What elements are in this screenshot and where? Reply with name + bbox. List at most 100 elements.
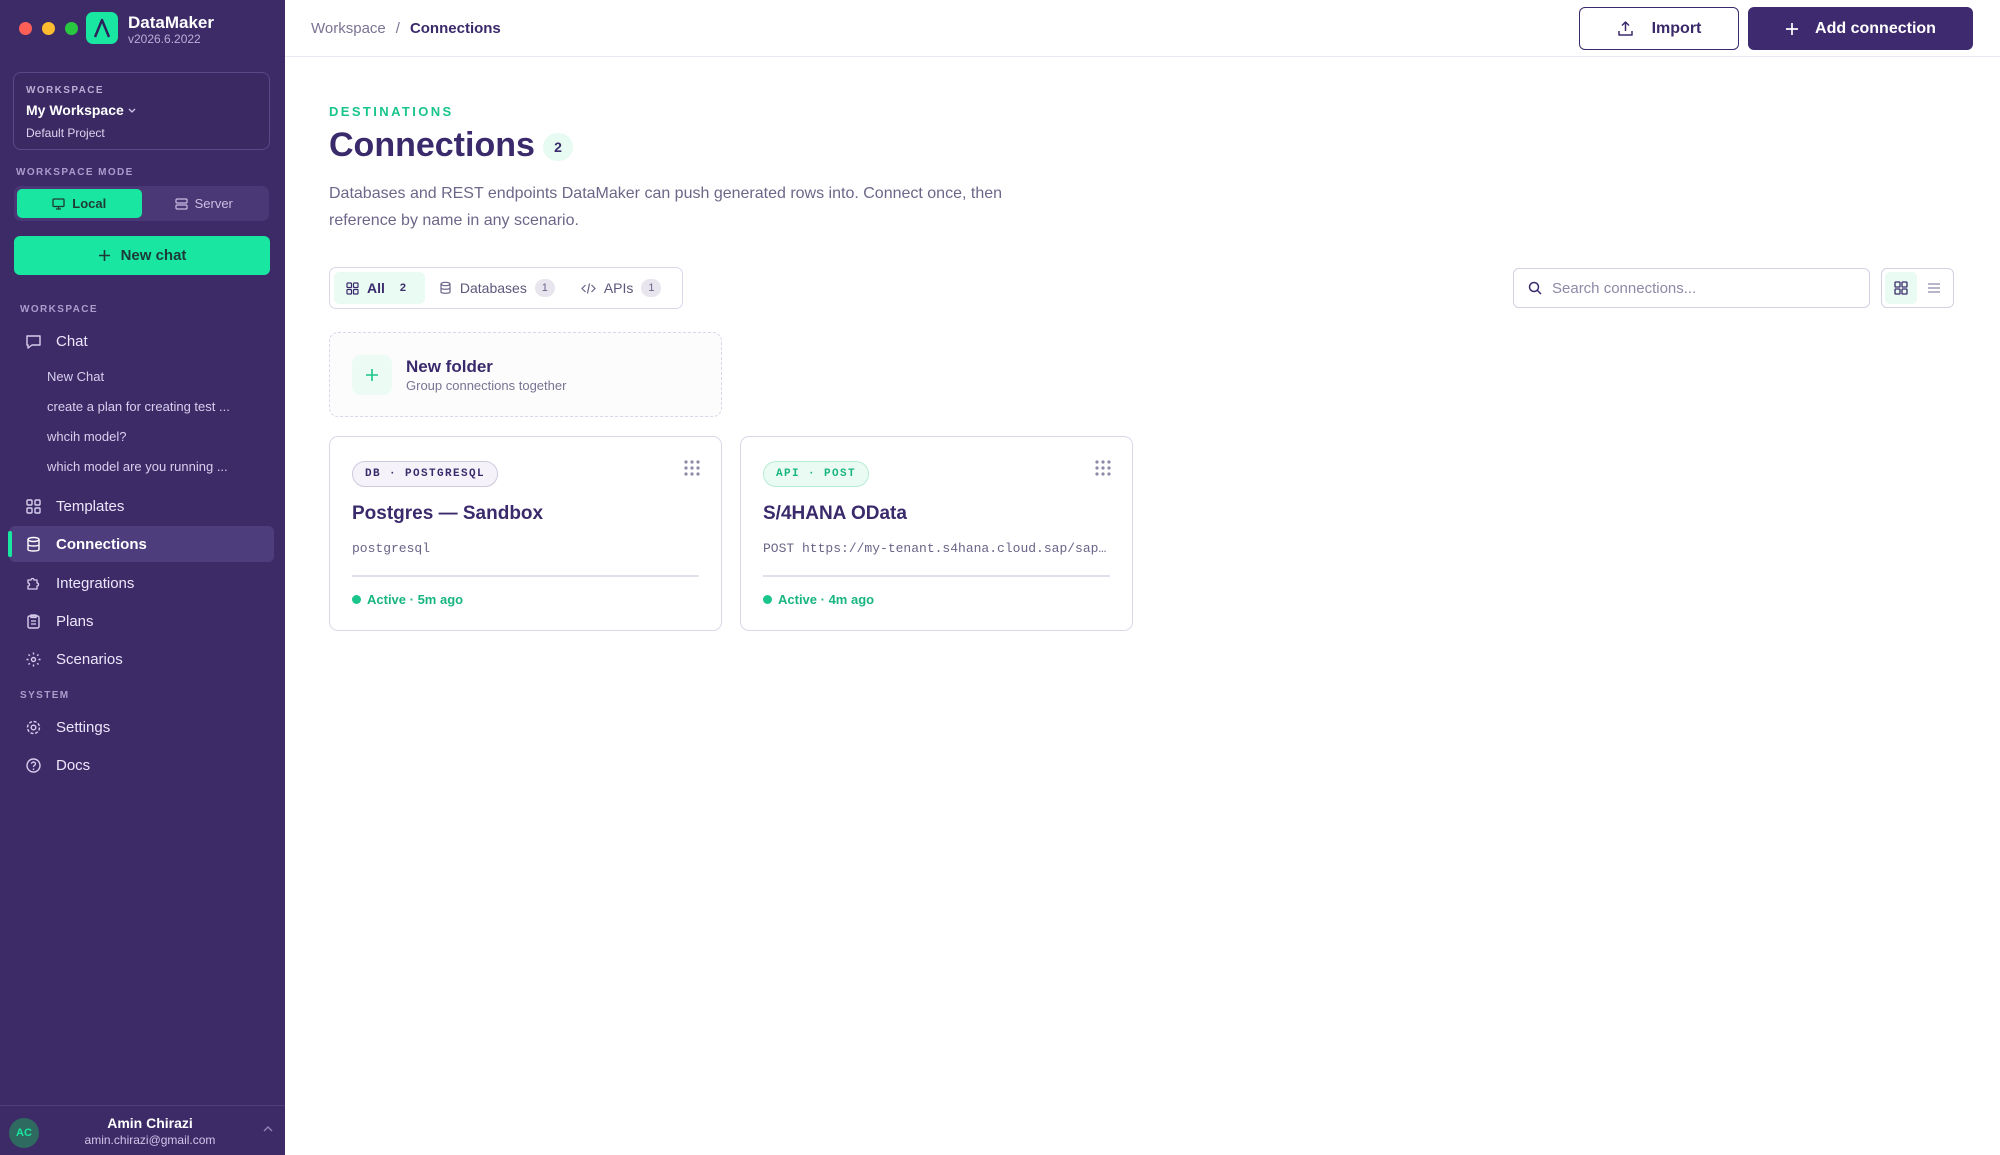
chat-history-item[interactable]: create a plan for creating test ... bbox=[47, 399, 230, 414]
connection-status-text: Active · 5m ago bbox=[367, 592, 464, 607]
add-connection-button[interactable]: Add connection bbox=[1748, 7, 1973, 50]
help-icon bbox=[26, 757, 41, 773]
workspace-mode-toggle: Local Server bbox=[14, 186, 269, 221]
sidebar-item-integrations[interactable]: Integrations bbox=[9, 565, 274, 601]
status-dot-icon bbox=[763, 595, 772, 604]
window-controls bbox=[19, 22, 78, 35]
chevron-down-icon bbox=[128, 108, 136, 113]
drag-handle-icon[interactable] bbox=[683, 459, 701, 477]
grid-icon bbox=[26, 498, 41, 514]
search-box bbox=[1513, 268, 1870, 308]
puzzle-icon bbox=[27, 577, 40, 590]
chat-history-item[interactable]: whcih model? bbox=[47, 429, 127, 444]
gear-icon bbox=[26, 720, 41, 734]
sidebar-item-templates[interactable]: Templates bbox=[9, 488, 274, 524]
clipboard-icon bbox=[27, 613, 40, 629]
connection-detail: POST https://my-tenant.s4hana.cloud.sap/… bbox=[763, 541, 1113, 556]
drag-handle-icon[interactable] bbox=[1094, 459, 1112, 477]
page-title: Connections bbox=[329, 126, 535, 164]
list-icon bbox=[1928, 283, 1941, 293]
grid-view-button[interactable] bbox=[1885, 272, 1917, 304]
connection-card[interactable]: DB · POSTGRESQL Postgres — Sandbox postg… bbox=[329, 436, 722, 631]
chevron-up-icon bbox=[263, 1126, 273, 1132]
filter-tab-apis[interactable]: APIs 1 bbox=[569, 272, 674, 304]
filter-tabs: All 2 Databases 1 APIs 1 bbox=[329, 267, 683, 309]
filter-tab-databases[interactable]: Databases 1 bbox=[427, 272, 567, 304]
code-icon bbox=[580, 282, 596, 294]
card-divider bbox=[352, 575, 699, 577]
sidebar-item-label: Templates bbox=[56, 497, 125, 515]
connection-count-badge: 2 bbox=[543, 133, 573, 161]
search-input[interactable] bbox=[1552, 279, 1852, 297]
mode-local-label: Local bbox=[72, 196, 107, 211]
breadcrumb-workspace[interactable]: Workspace bbox=[311, 20, 386, 37]
plus-icon bbox=[98, 250, 110, 261]
user-menu[interactable]: AC Amin Chirazi amin.chirazi@gmail.com bbox=[0, 1105, 285, 1155]
connection-status: Active · 5m ago bbox=[352, 592, 463, 607]
filter-count-badge: 1 bbox=[534, 279, 555, 297]
grid-icon bbox=[1894, 281, 1908, 295]
sidebar-item-scenarios[interactable]: Scenarios bbox=[9, 641, 274, 677]
sidebar-item-docs[interactable]: Docs bbox=[9, 747, 274, 783]
minimize-window-button[interactable] bbox=[42, 22, 55, 35]
chat-history-item[interactable]: which model are you running ... bbox=[47, 459, 228, 474]
new-folder-title: New folder bbox=[406, 357, 493, 376]
chat-history-item[interactable]: New Chat bbox=[47, 369, 104, 384]
page-eyebrow: DESTINATIONS bbox=[329, 104, 454, 119]
user-email: amin.chirazi@gmail.com bbox=[84, 1133, 216, 1147]
breadcrumb: Workspace / Connections bbox=[311, 20, 501, 37]
sidebar-item-label: Connections bbox=[56, 535, 147, 553]
search-icon bbox=[1528, 281, 1542, 295]
filter-tab-all[interactable]: All 2 bbox=[334, 272, 425, 304]
filter-tab-label: All bbox=[367, 280, 385, 296]
workspace-name: My Workspace bbox=[26, 102, 137, 118]
sidebar-item-label: Plans bbox=[56, 612, 94, 630]
project-name: Default Project bbox=[26, 126, 105, 140]
connection-title: Postgres — Sandbox bbox=[352, 503, 544, 524]
workspace-mode-label: WORKSPACE MODE bbox=[16, 167, 134, 178]
workspace-card-label: WORKSPACE bbox=[26, 85, 104, 96]
upload-icon bbox=[1617, 21, 1633, 36]
connection-status: Active · 4m ago bbox=[763, 592, 874, 607]
filter-count-badge: 2 bbox=[399, 282, 406, 294]
app-name: DataMaker bbox=[128, 13, 214, 32]
sidebar-item-label: Settings bbox=[56, 718, 111, 736]
top-bar: Workspace / Connections Import Add conne… bbox=[285, 0, 2000, 57]
new-chat-button[interactable]: New chat bbox=[14, 236, 270, 275]
sidebar-item-label: Chat bbox=[56, 332, 88, 350]
list-view-button[interactable] bbox=[1919, 272, 1951, 304]
breadcrumb-separator: / bbox=[395, 20, 400, 37]
scenarios-icon bbox=[26, 652, 41, 666]
sidebar-item-connections[interactable]: Connections bbox=[8, 526, 274, 562]
sidebar-item-plans[interactable]: Plans bbox=[9, 603, 274, 639]
sidebar-item-chat[interactable]: Chat bbox=[9, 323, 274, 359]
monitor-icon bbox=[52, 197, 65, 210]
connection-detail: postgresql bbox=[352, 541, 431, 556]
filter-tab-label: Databases bbox=[459, 280, 527, 296]
connection-card[interactable]: API · POST S/4HANA OData POST https://my… bbox=[740, 436, 1133, 631]
new-chat-label: New chat bbox=[120, 247, 187, 264]
plus-icon bbox=[1786, 22, 1799, 35]
main-content: Workspace / Connections Import Add conne… bbox=[285, 0, 2000, 1155]
mode-server-label: Server bbox=[194, 196, 233, 211]
user-name: Amin Chirazi bbox=[107, 1115, 193, 1131]
sidebar-item-label: Scenarios bbox=[56, 650, 123, 668]
card-divider bbox=[763, 575, 1110, 577]
database-icon bbox=[440, 281, 451, 294]
connection-type-badge: DB · POSTGRESQL bbox=[352, 461, 499, 487]
view-mode-toggle bbox=[1881, 268, 1954, 308]
import-button-label: Import bbox=[1651, 19, 1702, 37]
maximize-window-button[interactable] bbox=[65, 22, 78, 35]
mode-local-button[interactable]: Local bbox=[17, 189, 142, 218]
mode-server-button[interactable]: Server bbox=[142, 189, 267, 218]
sidebar-item-settings[interactable]: Settings bbox=[9, 709, 274, 745]
workspace-selector[interactable]: WORKSPACE My Workspace Default Project bbox=[13, 72, 270, 150]
plus-icon bbox=[352, 355, 392, 395]
connection-title: S/4HANA OData bbox=[763, 503, 907, 524]
new-folder-subtitle: Group connections together bbox=[406, 378, 567, 393]
connection-type-badge: API · POST bbox=[763, 461, 870, 487]
sidebar-item-label: Docs bbox=[56, 756, 91, 774]
close-window-button[interactable] bbox=[19, 22, 32, 35]
new-folder-card[interactable]: New folder Group connections together bbox=[329, 332, 722, 417]
import-button[interactable]: Import bbox=[1579, 7, 1739, 50]
